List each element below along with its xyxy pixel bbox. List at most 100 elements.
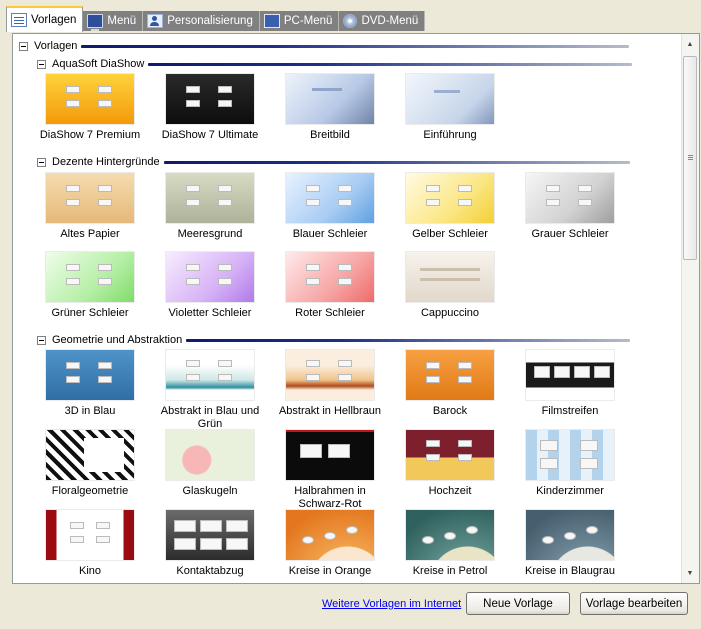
tab-bar: Vorlagen Menü Personalisierung PC-Menü D… (6, 6, 426, 32)
tab-personalisierung[interactable]: Personalisierung (143, 11, 260, 31)
tree-node-vorlagen[interactable]: Vorlagen (19, 39, 630, 53)
template-diashow-7-ultimate[interactable]: DiaShow 7 Ultimate (155, 74, 265, 142)
template-kreise-in-blaugrau[interactable]: Kreise in Blaugrau (515, 510, 625, 578)
template-thumbnail (406, 510, 494, 560)
template-violetter-schleier[interactable]: Violetter Schleier (155, 252, 265, 320)
template-abstrakt-in-hellbraun[interactable]: Abstrakt in Hellbraun (275, 350, 385, 418)
template-roter-schleier[interactable]: Roter Schleier (275, 252, 385, 320)
template-kreise-in-petrol[interactable]: Kreise in Petrol (395, 510, 505, 578)
template-name: Altes Papier (60, 228, 120, 240)
template-name: Breitbild (310, 129, 350, 141)
pc-icon (263, 14, 280, 28)
template-name: Roter Schleier (295, 307, 365, 319)
template-3d-in-blau[interactable]: 3D in Blau (35, 350, 145, 418)
template-name: Kinderzimmer (536, 485, 604, 497)
template-name: Meeresgrund (177, 228, 243, 240)
template-kinderzimmer[interactable]: Kinderzimmer (515, 430, 625, 498)
section-header-aquasoft[interactable]: AquaSoft DiaShow (37, 57, 633, 71)
template-name: Floralgeometrie (51, 485, 129, 497)
template-thumbnail (46, 510, 134, 560)
template-name: Cappuccino (420, 307, 480, 319)
template-thumbnail (166, 74, 254, 124)
template-glaskugeln[interactable]: Glaskugeln (155, 430, 265, 498)
screen-icon (87, 14, 104, 31)
template-name: Abstrakt in Hellbraun (278, 405, 382, 417)
template-thumbnail (526, 173, 614, 223)
tab-dvd-menu[interactable]: DVD-Menü (339, 11, 426, 31)
template-thumbnail (286, 430, 374, 480)
template-name: Halbrahmen in Schwarz-Rot (294, 485, 366, 510)
template-kreise-in-orange[interactable]: Kreise in Orange (275, 510, 385, 578)
template-thumbnail (46, 350, 134, 400)
template-thumbnail (46, 173, 134, 223)
template-panel: Vorlagen AquaSoft DiaShow DiaShow 7 Prem… (12, 33, 700, 584)
template-barock[interactable]: Barock (395, 350, 505, 418)
template-thumbnail (406, 173, 494, 223)
template-name: Einführung (423, 129, 477, 141)
template-thumbnail (286, 350, 374, 400)
template-name: Grauer Schleier (531, 228, 609, 240)
template-diashow-7-premium[interactable]: DiaShow 7 Premium (35, 74, 145, 142)
template-kino[interactable]: Kino (35, 510, 145, 578)
more-templates-link[interactable]: Weitere Vorlagen im Internet (322, 598, 461, 610)
collapse-icon[interactable] (37, 335, 46, 345)
section-divider (148, 62, 633, 66)
template-thumbnail (286, 510, 374, 560)
template-name: 3D in Blau (64, 405, 116, 417)
template-thumbnail (46, 430, 134, 480)
template-name: Barock (432, 405, 468, 417)
template-thumbnail (526, 430, 614, 480)
section-header-geometrie-und-abstraktion[interactable]: Geometrie und Abstraktion (37, 333, 631, 347)
template-name: Glaskugeln (182, 485, 238, 497)
template-breitbild[interactable]: Breitbild (275, 74, 385, 142)
template-name: Abstrakt in Blau und Grün (160, 405, 260, 430)
template-altes-papier[interactable]: Altes Papier (35, 173, 145, 241)
tab-label: Vorlagen (31, 14, 77, 26)
template-kontaktabzug[interactable]: Kontaktabzug (155, 510, 265, 578)
template-grauer-schleier[interactable]: Grauer Schleier (515, 173, 625, 241)
template-thumbnail (406, 350, 494, 400)
tree-node-label: Vorlagen (34, 40, 78, 52)
template-name: Kino (78, 565, 102, 577)
collapse-icon[interactable] (37, 59, 46, 69)
section-divider (81, 44, 630, 48)
scroll-down-arrow-icon[interactable]: ▼ (682, 565, 698, 581)
section-header-dezente-hintergruende[interactable]: Dezente Hintergründe (37, 155, 630, 169)
template-name: Kontaktabzug (176, 565, 244, 577)
template-thumbnail (406, 430, 494, 480)
template-gelber-schleier[interactable]: Gelber Schleier (395, 173, 505, 241)
new-template-button[interactable]: Neue Vorlage (466, 592, 570, 615)
template-thumbnail (46, 74, 134, 124)
dvd-icon (343, 14, 358, 28)
vertical-scrollbar[interactable]: ▲ ▼ (681, 34, 699, 583)
section-label: Dezente Hintergründe (52, 156, 160, 168)
tab-label: PC-Menü (283, 15, 333, 27)
template-abstrakt-in-blau-und-gruen[interactable]: Abstrakt in Blau und Grün (155, 350, 265, 431)
template-name: Hochzeit (428, 485, 472, 497)
tab-menu[interactable]: Menü (83, 11, 144, 31)
template-meeresgrund[interactable]: Meeresgrund (155, 173, 265, 241)
template-hochzeit[interactable]: Hochzeit (395, 430, 505, 498)
template-floralgeometrie[interactable]: Floralgeometrie (35, 430, 145, 498)
collapse-icon[interactable] (19, 41, 28, 51)
scroll-up-arrow-icon[interactable]: ▲ (682, 36, 698, 52)
template-blauer-schleier[interactable]: Blauer Schleier (275, 173, 385, 241)
template-halbrahmen-in-schwarz-rot[interactable]: Halbrahmen in Schwarz-Rot (275, 430, 385, 511)
template-einfuehrung[interactable]: Einführung (395, 74, 505, 142)
tab-label: DVD-Menü (361, 15, 419, 27)
template-cappuccino[interactable]: Cappuccino (395, 252, 505, 320)
collapse-icon[interactable] (37, 157, 46, 167)
tab-pc-menu[interactable]: PC-Menü (259, 11, 340, 31)
template-name: DiaShow 7 Ultimate (161, 129, 259, 141)
template-thumbnail (406, 74, 494, 124)
template-name: Violetter Schleier (168, 307, 252, 319)
scrollbar-thumb[interactable] (683, 56, 697, 260)
template-gruener-schleier[interactable]: Grüner Schleier (35, 252, 145, 320)
edit-template-button[interactable]: Vorlage bearbeiten (580, 592, 688, 615)
template-filmstreifen[interactable]: Filmstreifen (515, 350, 625, 418)
personalize-icon (147, 14, 164, 28)
template-thumbnail (46, 252, 134, 302)
template-name: Grüner Schleier (51, 307, 129, 319)
tab-vorlagen[interactable]: Vorlagen (6, 6, 84, 32)
template-thumbnail (166, 350, 254, 400)
